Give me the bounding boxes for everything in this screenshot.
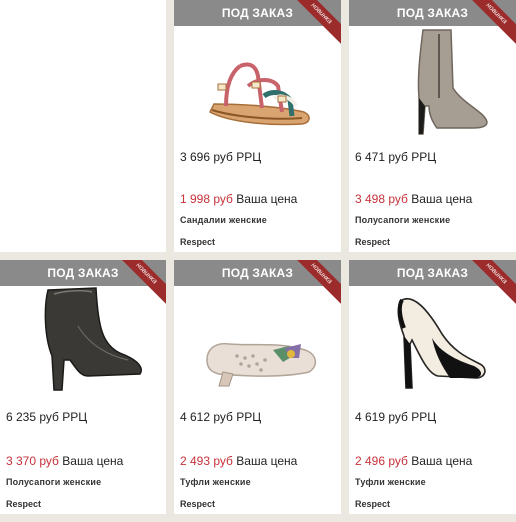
product-brand: Respect: [355, 237, 391, 247]
product-image[interactable]: [349, 286, 516, 406]
our-price-label: Ваша цена: [411, 454, 473, 468]
our-price: 3 370 руб Ваша цена: [6, 454, 123, 468]
product-card[interactable]: ПОД ЗАКАЗ новинка 4 619 руб РРЦ 2 496 ру…: [349, 260, 516, 514]
product-title[interactable]: Полусапоги женские: [355, 215, 450, 225]
our-price: 3 498 руб Ваша цена: [355, 192, 472, 206]
product-image[interactable]: [174, 26, 341, 146]
our-price: 2 493 руб Ваша цена: [180, 454, 297, 468]
product-image[interactable]: [174, 286, 341, 406]
rrc-price: 3 696 руб РРЦ: [180, 150, 262, 164]
product-brand: Respect: [180, 237, 216, 247]
product-card[interactable]: ПОД ЗАКАЗ новинка 6 235 руб РРЦ 3 370 ру…: [0, 260, 166, 514]
ankle-boot-icon: [417, 29, 488, 135]
our-price: 1 998 руб Ваша цена: [180, 192, 297, 206]
product-card[interactable]: ПОД ЗАКАЗ новинка 4 612 руб РРЦ 2 493 ру…: [174, 260, 341, 514]
product-title[interactable]: Сандалии женские: [180, 215, 267, 225]
our-price-label: Ваша цена: [236, 192, 298, 206]
our-price-label: Ваша цена: [411, 192, 473, 206]
product-image[interactable]: [0, 286, 166, 406]
product-title[interactable]: Туфли женские: [355, 477, 426, 487]
product-card[interactable]: ПОД ЗАКАЗ новинка 3 696 руб РРЦ 1 998 ру…: [174, 0, 341, 252]
black-bootie-icon: [44, 287, 142, 391]
rrc-price: 4 619 руб РРЦ: [355, 410, 437, 424]
our-price-value: 1 998 руб: [180, 192, 233, 206]
product-card[interactable]: ПОД ЗАКАЗ новинка 6 471 руб РРЦ 3 498 ру…: [349, 0, 516, 252]
product-brand: Respect: [355, 499, 391, 509]
our-price-value: 3 370 руб: [6, 454, 59, 468]
our-price-value: 3 498 руб: [355, 192, 408, 206]
our-price-value: 2 496 руб: [355, 454, 408, 468]
rrc-price: 4 612 руб РРЦ: [180, 410, 262, 424]
our-price-value: 2 493 руб: [180, 454, 233, 468]
peep-toe-heel-icon: [397, 297, 486, 389]
product-brand: Respect: [6, 499, 42, 509]
rrc-price: 6 235 руб РРЦ: [6, 410, 88, 424]
empty-product-card: [0, 0, 166, 252]
flat-shoe-icon: [205, 342, 316, 387]
sandal-icon: [208, 62, 310, 126]
product-brand: Respect: [180, 499, 216, 509]
our-price-label: Ваша цена: [62, 454, 124, 468]
product-title[interactable]: Туфли женские: [180, 477, 251, 487]
our-price-label: Ваша цена: [236, 454, 298, 468]
product-title[interactable]: Полусапоги женские: [6, 477, 101, 487]
our-price: 2 496 руб Ваша цена: [355, 454, 472, 468]
rrc-price: 6 471 руб РРЦ: [355, 150, 437, 164]
product-image[interactable]: [349, 26, 516, 146]
